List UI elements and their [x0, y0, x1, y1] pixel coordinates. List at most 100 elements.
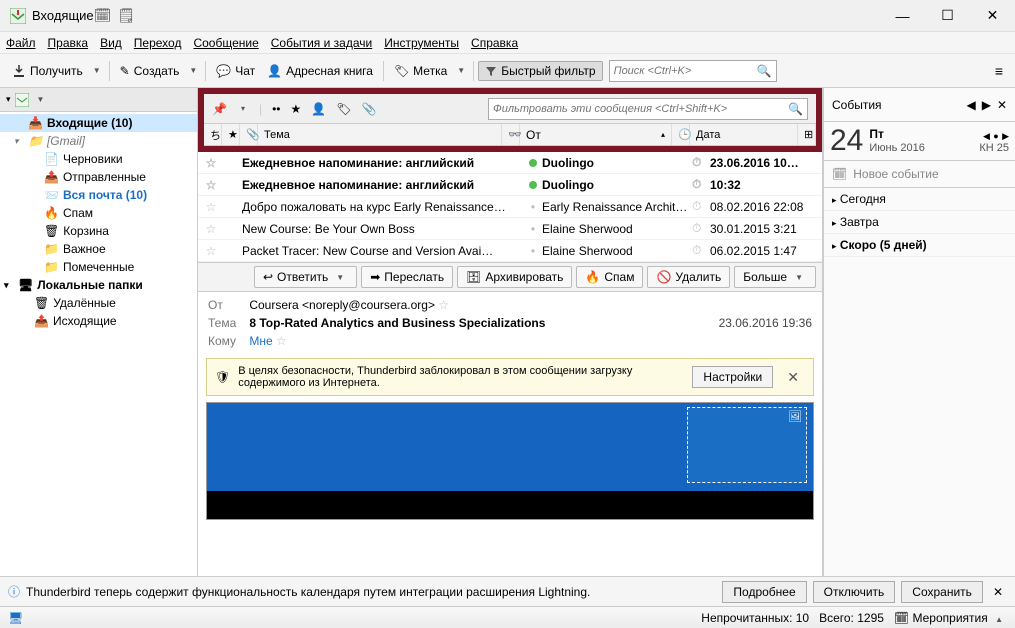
- calendar-toggle-icon[interactable]: 🗓: [94, 7, 112, 24]
- search-icon[interactable]: 🔍: [757, 64, 772, 78]
- thread-column[interactable]: ち: [204, 124, 222, 145]
- folder-исходящие[interactable]: 📤Исходящие: [0, 312, 197, 330]
- inbox-quick-icon[interactable]: [15, 93, 29, 107]
- dropdown-icon[interactable]: ▼: [33, 95, 49, 104]
- menu-events[interactable]: События и задачи: [271, 36, 372, 50]
- close-icon[interactable]: ✕: [989, 585, 1007, 599]
- prev-icon[interactable]: ◀: [966, 98, 975, 112]
- tag-button[interactable]: 🏷 Метка: [388, 61, 453, 81]
- tag-filter-icon[interactable]: 🏷: [336, 102, 351, 116]
- star-icon[interactable]: ☆: [202, 178, 220, 192]
- forward-button[interactable]: ➡Переслать: [361, 266, 453, 288]
- date-column[interactable]: Дата: [690, 124, 798, 145]
- folder-важное[interactable]: 📁Важное: [0, 240, 197, 258]
- star-icon[interactable]: ☆: [202, 244, 220, 258]
- agenda-toggle[interactable]: 🗓 Мероприятия ▲: [894, 611, 1007, 625]
- attachment-filter-icon[interactable]: 📎: [361, 102, 376, 116]
- folder-локальные-папки[interactable]: ▾🖥Локальные папки: [0, 276, 197, 294]
- quick-filter-bar: 📌▾ | •• ★ 👤 🏷 📎 🔍: [204, 94, 816, 124]
- tasks-toggle-icon[interactable]: 🗒: [117, 7, 135, 24]
- message-row[interactable]: ☆Ежедневное напоминание: английскийDuoli…: [198, 174, 822, 196]
- from-value[interactable]: Coursera <noreply@coursera.org>: [249, 298, 435, 312]
- star-column[interactable]: ★: [222, 124, 240, 145]
- column-picker[interactable]: ⊞: [798, 124, 816, 145]
- folder-входящие-10-[interactable]: 📥Входящие (10): [0, 114, 197, 132]
- folder-корзина[interactable]: 🗑Корзина: [0, 222, 197, 240]
- subject-column[interactable]: Тема: [258, 124, 502, 145]
- compose-button[interactable]: ✎ Создать: [114, 61, 186, 81]
- next-day-icon[interactable]: ▶: [1002, 131, 1009, 141]
- menu-go[interactable]: Переход: [134, 36, 182, 50]
- spam-button[interactable]: 🔥Спам: [576, 266, 643, 288]
- today-icon[interactable]: ●: [993, 131, 998, 141]
- attach-column[interactable]: 📎: [240, 124, 258, 145]
- disable-button[interactable]: Отключить: [813, 581, 896, 603]
- filter-search[interactable]: 🔍: [488, 98, 808, 120]
- folder--gmail-[interactable]: ▾📁[Gmail]: [0, 132, 197, 150]
- more-button[interactable]: Больше▼: [734, 266, 816, 288]
- menu-tools[interactable]: Инструменты: [384, 36, 459, 50]
- menu-view[interactable]: Вид: [100, 36, 122, 50]
- more-info-button[interactable]: Подробнее: [722, 581, 806, 603]
- addressbook-button[interactable]: 👤 Адресная книга: [261, 61, 379, 81]
- reply-button[interactable]: ↩Ответить▼: [254, 266, 357, 288]
- filter-input[interactable]: [493, 103, 788, 115]
- close-icon[interactable]: ✕: [781, 369, 805, 386]
- search-icon[interactable]: 🔍: [788, 102, 803, 116]
- tomorrow-section[interactable]: ▸ Завтра: [824, 211, 1015, 234]
- message-row[interactable]: ☆Packet Tracer: New Course and Version A…: [198, 240, 822, 262]
- folder-удал-нные[interactable]: 🗑Удалённые: [0, 294, 197, 312]
- folder-спам[interactable]: 🔥Спам: [0, 204, 197, 222]
- star-filter-icon[interactable]: ★: [291, 102, 302, 116]
- star-me-icon[interactable]: ☆: [276, 334, 287, 348]
- soon-section[interactable]: ▸ Скоро (5 дней): [824, 234, 1015, 257]
- maximize-button[interactable]: ☐: [925, 2, 970, 30]
- chat-button[interactable]: 💬 Чат: [210, 61, 261, 81]
- message-body[interactable]: [206, 402, 814, 520]
- menu-button[interactable]: ≡: [989, 63, 1009, 79]
- archive-button[interactable]: 🗄Архивировать: [457, 266, 572, 288]
- message-row[interactable]: ☆New Course: Be Your Own Boss•Elaine She…: [198, 218, 822, 240]
- new-event-row[interactable]: 🗓 Новое событие: [824, 161, 1015, 188]
- dropdown-icon[interactable]: ▼: [453, 66, 469, 75]
- folder-помеченные[interactable]: 📁Помеченные: [0, 258, 197, 276]
- delete-button[interactable]: 🚫Удалить: [647, 266, 730, 288]
- dropdown-icon[interactable]: ▼: [89, 66, 105, 75]
- prev-day-icon[interactable]: ◀: [983, 131, 990, 141]
- close-button[interactable]: ✕: [970, 2, 1015, 30]
- folder-вся-почта-10-[interactable]: 📨Вся почта (10): [0, 186, 197, 204]
- minimize-button[interactable]: —: [880, 2, 925, 30]
- close-icon[interactable]: ✕: [997, 98, 1007, 112]
- save-button[interactable]: Сохранить: [901, 581, 983, 603]
- global-search[interactable]: 🔍: [609, 60, 777, 82]
- quick-filter-toggle[interactable]: Быстрый фильтр: [478, 61, 602, 81]
- star-icon[interactable]: ☆: [202, 156, 220, 170]
- unread-filter-icon[interactable]: ••: [272, 102, 280, 116]
- next-icon[interactable]: ▶: [982, 98, 991, 112]
- star-icon[interactable]: ☆: [202, 222, 220, 236]
- read-column[interactable]: 👓: [502, 124, 520, 145]
- folder-черновики[interactable]: 📄Черновики: [0, 150, 197, 168]
- star-icon[interactable]: ☆: [202, 200, 220, 214]
- pin-icon[interactable]: 📌: [212, 102, 227, 116]
- today-section[interactable]: ▸ Сегодня: [824, 188, 1015, 211]
- today-pane: События ◀ ▶ ✕ 24 Пт Июнь 2016 ◀ ● ▶ КН 2…: [823, 88, 1015, 576]
- from-column[interactable]: От▴: [520, 124, 672, 145]
- expand-icon[interactable]: ▾: [6, 94, 11, 105]
- security-settings-button[interactable]: Настройки: [692, 366, 773, 388]
- menu-file[interactable]: Файл: [6, 36, 36, 50]
- get-mail-button[interactable]: Получить: [6, 61, 89, 81]
- menu-help[interactable]: Справка: [471, 36, 518, 50]
- message-row[interactable]: ☆Ежедневное напоминание: английскийDuoli…: [198, 152, 822, 174]
- menu-message[interactable]: Сообщение: [193, 36, 258, 50]
- menu-edit[interactable]: Правка: [48, 36, 89, 50]
- junk-column[interactable]: 🕒: [672, 124, 690, 145]
- dropdown-icon[interactable]: ▼: [185, 66, 201, 75]
- contact-filter-icon[interactable]: 👤: [311, 102, 326, 116]
- star-contact-icon[interactable]: ☆: [438, 298, 449, 312]
- message-row[interactable]: ☆Добро пожаловать на курс Early Renaissa…: [198, 196, 822, 218]
- search-input[interactable]: [614, 65, 757, 77]
- activity-icon[interactable]: 🖥: [8, 611, 23, 625]
- to-value[interactable]: Мне: [249, 334, 272, 348]
- folder-отправленные[interactable]: 📤Отправленные: [0, 168, 197, 186]
